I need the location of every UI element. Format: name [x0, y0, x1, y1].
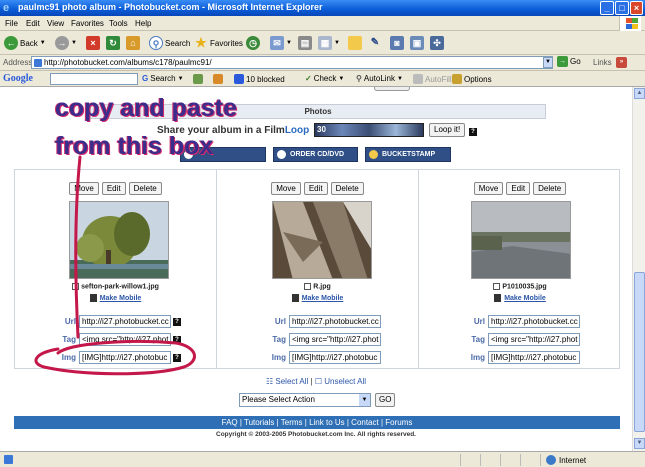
research-icon: ▣	[410, 36, 424, 50]
browser-window: e paulmc91 photo album - Photobucket.com…	[0, 0, 645, 467]
home-icon: ⌂	[126, 36, 140, 50]
links-extension-icon[interactable]: »	[616, 57, 627, 68]
standard-toolbar: ← Back ▼ → ▼ × ↻ ⌂ ⚲ Search ★ Favorites …	[0, 31, 645, 55]
search-icon: ⚲	[149, 36, 163, 50]
menu-edit[interactable]: Edit	[26, 19, 40, 28]
status-divider	[520, 454, 521, 466]
windows-logo-icon	[619, 16, 641, 31]
google-g-icon: G	[142, 74, 149, 83]
google-search-button[interactable]: G Search ▼	[142, 74, 184, 83]
status-divider	[500, 454, 501, 466]
autofill-icon	[413, 74, 423, 84]
chevron-down-icon: ▼	[286, 40, 292, 46]
favorites-button[interactable]: ★ Favorites	[194, 35, 243, 51]
google-pagerank-button[interactable]	[193, 74, 203, 84]
mail-button[interactable]: ✉ ▼	[270, 35, 292, 51]
chevron-down-icon: ▼	[177, 75, 184, 82]
chevron-down-icon: ▼	[338, 75, 345, 82]
search-button[interactable]: ⚲ Search	[149, 35, 190, 51]
security-zone: Internet	[546, 455, 586, 465]
address-bar: Address http://photobucket.com/albums/c1…	[0, 55, 645, 71]
print-button[interactable]: ▤	[298, 35, 312, 51]
maximize-button[interactable]: □	[615, 1, 629, 15]
menu-file[interactable]: File	[5, 19, 18, 28]
popup-blocker-button[interactable]: 10 blocked	[234, 74, 285, 84]
google-toolbar: Google G Search ▼ 10 blocked ✓ Check ▼ ⚲…	[0, 71, 645, 87]
go-arrow-icon: →	[557, 56, 568, 67]
history-button[interactable]: ◷	[246, 35, 260, 51]
page-icon	[34, 59, 42, 67]
messenger-button[interactable]: ◙	[390, 35, 404, 51]
address-label: Address	[3, 58, 33, 67]
edit-page-icon: ▦	[318, 36, 332, 50]
chevron-down-icon: ▼	[39, 40, 46, 46]
spellcheck-icon: ✎	[370, 37, 380, 48]
chevron-down-icon: ▼	[71, 40, 77, 46]
status-divider	[540, 454, 541, 466]
google-logo[interactable]: Google	[3, 73, 33, 84]
popup-blocker-icon	[234, 74, 244, 84]
go-button[interactable]: → Go	[557, 56, 581, 67]
chevron-down-icon: ▼	[334, 40, 340, 46]
folder-icon	[348, 36, 362, 50]
close-button[interactable]: ×	[630, 1, 643, 15]
status-bar: Internet	[0, 451, 645, 467]
annotation-drawing	[34, 155, 196, 376]
window-title: paulmc91 photo album - Photobucket.com -…	[18, 2, 323, 12]
research-button[interactable]: ▣	[410, 35, 424, 51]
address-input[interactable]: http://photobucket.com/albums/c178/paulm…	[31, 56, 553, 69]
menu-help[interactable]: Help	[135, 19, 151, 28]
scroll-up-icon[interactable]: ▲	[634, 88, 645, 99]
star-icon: ★	[195, 35, 207, 50]
mail-icon: ✉	[270, 36, 284, 50]
vertical-scrollbar[interactable]: ▲ ▼	[632, 87, 645, 451]
chevron-down-icon: ▼	[397, 75, 403, 82]
news-icon	[213, 74, 223, 84]
title-bar: e paulmc91 photo album - Photobucket.com…	[0, 0, 645, 16]
check-icon: ✓	[305, 74, 312, 83]
folder-button[interactable]	[348, 35, 362, 51]
menu-bar: File Edit View Favorites Tools Help	[0, 16, 645, 31]
spellcheck-button[interactable]: ✎	[368, 35, 382, 51]
minimize-button[interactable]: _	[600, 1, 614, 15]
forward-button[interactable]: → ▼	[55, 35, 77, 51]
menu-tools[interactable]: Tools	[109, 19, 128, 28]
back-arrow-icon: ←	[4, 36, 18, 50]
edit-page-button[interactable]: ▦ ▼	[318, 35, 340, 51]
back-button[interactable]: ← Back ▼	[4, 35, 46, 51]
options-icon	[452, 74, 462, 84]
options-button[interactable]: Options	[452, 74, 492, 84]
stop-icon: ×	[86, 36, 100, 50]
links-button[interactable]: Links	[593, 58, 612, 67]
status-divider	[460, 454, 461, 466]
scroll-thumb[interactable]	[634, 272, 645, 432]
pagerank-icon	[193, 74, 203, 84]
google-news-button[interactable]	[213, 74, 223, 84]
internet-explorer-icon: e	[3, 2, 10, 14]
google-search-input[interactable]	[50, 73, 138, 85]
autolink-button[interactable]: ⚲ AutoLink ▼	[356, 74, 403, 83]
scroll-down-icon[interactable]: ▼	[634, 438, 645, 449]
search-icon: ⚲	[356, 74, 362, 83]
refresh-button[interactable]: ↻	[106, 35, 120, 51]
menu-view[interactable]: View	[47, 19, 64, 28]
refresh-icon: ↻	[106, 36, 120, 50]
home-button[interactable]: ⌂	[126, 35, 140, 51]
autofill-button[interactable]: AutoFill	[413, 74, 452, 84]
tools-icon: ✣	[430, 36, 444, 50]
stop-button[interactable]: ×	[86, 35, 100, 51]
history-icon: ◷	[246, 36, 260, 50]
address-dropdown-icon[interactable]: ▼	[543, 57, 553, 68]
tools-button[interactable]: ✣	[430, 35, 444, 51]
done-page-icon	[4, 455, 13, 464]
print-icon: ▤	[298, 36, 312, 50]
page-content: Photos Share your album in a FilmLoop 30…	[0, 87, 632, 451]
menu-favorites[interactable]: Favorites	[71, 19, 104, 28]
forward-arrow-icon: →	[55, 36, 69, 50]
spellcheck-button-google[interactable]: ✓ Check ▼	[305, 74, 344, 83]
globe-icon	[546, 455, 556, 465]
status-divider	[480, 454, 481, 466]
messenger-icon: ◙	[390, 36, 404, 50]
